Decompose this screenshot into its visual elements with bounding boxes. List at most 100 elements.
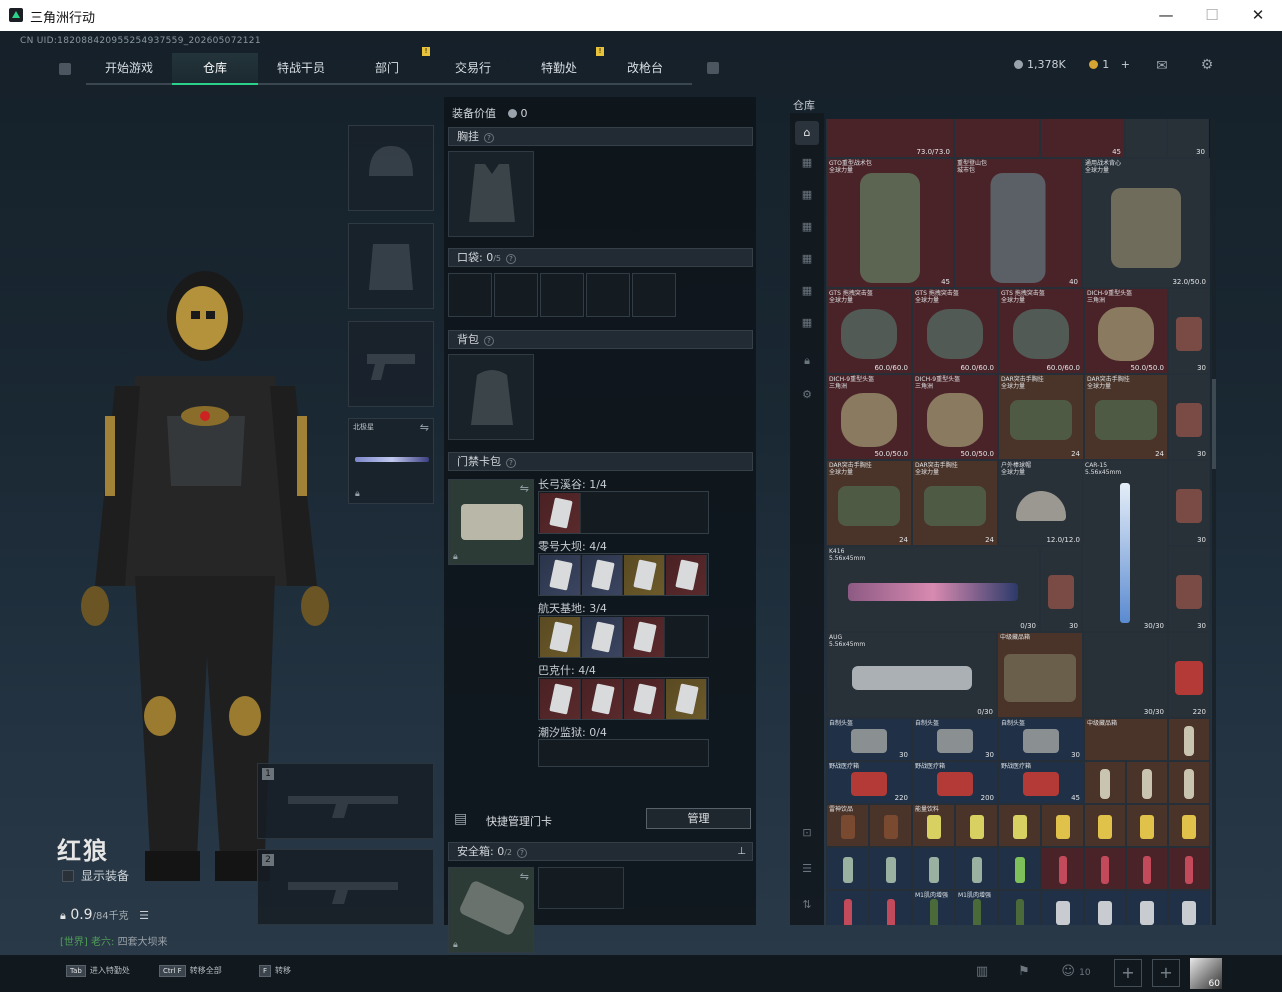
pocket-slot-1[interactable]	[448, 273, 492, 317]
invite-slot-1-button[interactable]: +	[1114, 959, 1142, 987]
storage-item[interactable]	[1168, 761, 1210, 804]
storage-item[interactable]	[1126, 847, 1168, 890]
storage-scrollbar[interactable]	[1212, 119, 1216, 925]
storage-item[interactable]: DAR突击手胸挂 全球力量 24	[1084, 374, 1168, 460]
storage-item[interactable]	[1084, 890, 1126, 925]
storage-item[interactable]	[1041, 890, 1084, 925]
storage-item[interactable]: 野战医疗箱 200	[912, 761, 998, 804]
storage-item[interactable]: GTO重型战术包 全球力量 45	[826, 158, 954, 288]
keycard[interactable]	[624, 679, 665, 719]
settings-gear-icon[interactable]: ⚙	[1199, 58, 1215, 72]
storage-item[interactable]: DICH-9重型头盔 三角洲 50.0/50.0	[826, 374, 912, 460]
storage-all-icon[interactable]: ⌂	[795, 121, 819, 145]
storage-item[interactable]	[1168, 804, 1210, 847]
storage-item[interactable]: 30	[1168, 288, 1210, 374]
storage-item[interactable]	[1168, 847, 1210, 890]
storage-lock-icon[interactable]: 🔒︎	[795, 349, 819, 373]
storage-page-2-icon[interactable]: ▦	[795, 183, 819, 207]
safe-box-slot[interactable]: ⇋ 🔒︎	[448, 867, 534, 953]
storage-item[interactable]: 自制头盔 30	[826, 718, 912, 761]
keycard[interactable]	[540, 617, 581, 657]
storage-item[interactable]: GTS 拖拽突击盔 全球力量 60.0/60.0	[912, 288, 998, 374]
secondary-weapon-slot[interactable]: 2	[257, 849, 434, 925]
tab-gunsmith[interactable]: 改枪台	[602, 53, 688, 85]
keycard-case-slot[interactable]: ⇋ 🔒︎	[448, 479, 534, 565]
storage-item[interactable]: AUG 5.56x45mm 0/30	[826, 632, 997, 718]
safe-box-grid[interactable]	[538, 867, 624, 909]
keycard[interactable]	[582, 679, 623, 719]
storage-item[interactable]: 30/30	[1083, 632, 1168, 718]
storage-page-6-icon[interactable]: ▦	[795, 311, 819, 335]
storage-item[interactable]: DICH-9重型头盔 三角洲 50.0/50.0	[912, 374, 998, 460]
storage-item[interactable]: 野战医疗箱 220	[826, 761, 912, 804]
storage-item[interactable]	[1041, 847, 1084, 890]
tab-warehouse[interactable]: 仓库	[172, 53, 258, 85]
chest-rig-slot[interactable]	[448, 151, 534, 237]
storage-item[interactable]: 30	[1040, 546, 1082, 632]
player-avatar[interactable]: 60	[1190, 958, 1222, 989]
help-icon[interactable]: ?	[506, 458, 516, 468]
storage-item[interactable]	[1084, 804, 1126, 847]
storage-item[interactable]: GTS 拖拽突击盔 全球力量 60.0/60.0	[826, 288, 912, 374]
storage-item[interactable]	[955, 804, 998, 847]
armor-slot[interactable]	[348, 223, 434, 309]
storage-item[interactable]	[826, 890, 869, 925]
prev-tab-key-icon[interactable]	[59, 63, 71, 75]
help-icon[interactable]: ?	[517, 848, 528, 858]
keycard[interactable]	[666, 679, 707, 719]
primary-weapon-slot[interactable]: 1	[257, 763, 434, 839]
keycard[interactable]	[666, 555, 707, 595]
keycard[interactable]	[540, 493, 581, 533]
pocket-slot-5[interactable]	[632, 273, 676, 317]
storage-item[interactable]	[1084, 761, 1126, 804]
storage-item[interactable]: M1肌肉增强	[955, 890, 998, 925]
storage-item[interactable]: 通用战术背心 全球力量 32.0/50.0	[1082, 158, 1210, 288]
flag-icon[interactable]: ⚑	[1014, 964, 1034, 982]
storage-item[interactable]	[1168, 890, 1210, 925]
tab-department[interactable]: 部门	[344, 53, 430, 85]
storage-item[interactable]: 自制头盔 30	[912, 718, 998, 761]
storage-item[interactable]	[1126, 761, 1168, 804]
storage-item[interactable]	[1168, 718, 1210, 761]
storage-item[interactable]: 45	[1040, 119, 1125, 158]
storage-item[interactable]	[1126, 890, 1168, 925]
pocket-slot-3[interactable]	[540, 273, 584, 317]
storage-sort-icon[interactable]: ⇅	[795, 893, 819, 917]
storage-info-icon[interactable]: ⊡	[795, 821, 819, 845]
tab-special-ops[interactable]: 特勤处	[516, 53, 602, 85]
storage-item[interactable]: 雷神饮品	[826, 804, 869, 847]
list-icon[interactable]: ☰	[139, 909, 149, 922]
storage-item[interactable]: 自制头盔 30	[998, 718, 1084, 761]
storage-item[interactable]: K416 5.56x45mm 0/30	[826, 546, 1040, 632]
storage-item[interactable]	[826, 847, 869, 890]
storage-item[interactable]: 户外棒球帽 全球力量 12.0/12.0	[998, 460, 1084, 546]
storage-item[interactable]: DAR突击手胸挂 全球力量 24	[998, 374, 1084, 460]
minimize-button[interactable]: —	[1156, 5, 1176, 25]
keycard[interactable]	[582, 617, 623, 657]
pocket-slot-4[interactable]	[586, 273, 630, 317]
scrollbar-thumb[interactable]	[1212, 379, 1216, 469]
storage-item[interactable]: 30	[1167, 119, 1209, 158]
invite-slot-2-button[interactable]: +	[1152, 959, 1180, 987]
swap-icon[interactable]: ⇋	[520, 870, 529, 883]
storage-item[interactable]	[1084, 847, 1126, 890]
next-tab-key-icon[interactable]	[707, 62, 719, 74]
melee-slot[interactable]: 北极星 ⇋ 🔒︎	[348, 418, 434, 504]
maximize-button[interactable]: ☐	[1202, 5, 1222, 25]
hotkey-transfer[interactable]: F 转移	[259, 965, 291, 977]
help-icon[interactable]: ?	[484, 336, 494, 346]
checkbox-icon[interactable]	[62, 870, 74, 882]
close-button[interactable]: ✕	[1248, 5, 1268, 25]
add-currency-button[interactable]: +	[1121, 58, 1130, 71]
storage-page-3-icon[interactable]: ▦	[795, 215, 819, 239]
storage-item[interactable]: GTS 拖拽突击盔 全球力量 60.0/60.0	[998, 288, 1084, 374]
storage-item[interactable]	[869, 847, 912, 890]
pocket-slot-2[interactable]	[494, 273, 538, 317]
backpack-slot[interactable]	[448, 354, 534, 440]
storage-item[interactable]	[1041, 804, 1084, 847]
tab-start-game[interactable]: 开始游戏	[86, 53, 172, 85]
storage-item[interactable]	[1125, 119, 1167, 158]
stats-chart-icon[interactable]: ▥	[972, 964, 992, 982]
world-chat[interactable]: [世界] 老六: 四套大坝来	[60, 933, 168, 948]
show-equipment-toggle[interactable]: 显示装备	[62, 867, 129, 884]
